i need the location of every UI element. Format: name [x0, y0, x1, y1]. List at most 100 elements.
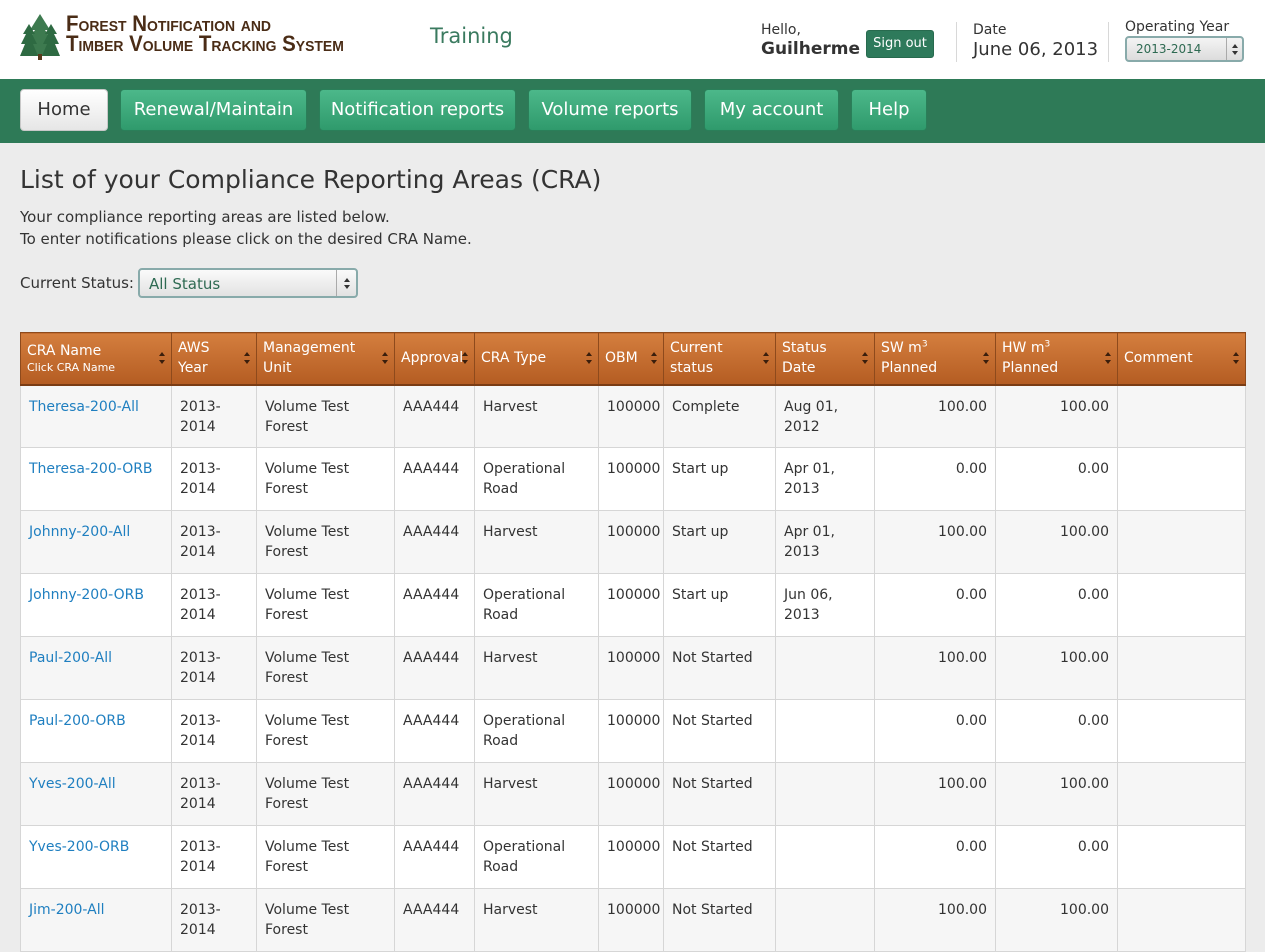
- col-cra-name[interactable]: CRA Name Click CRA Name: [20, 332, 172, 386]
- management-unit-part: Forest: [265, 607, 308, 623]
- cra-table: CRA Name Click CRA Name AWS Year Managem…: [20, 332, 1246, 952]
- col-cra-name-label: CRA Name: [27, 343, 102, 360]
- table-row: Paul-200-All 2013- 2014 Volume Test Forest AA…: [20, 636, 1246, 700]
- current-status-cell: Not Started: [663, 762, 776, 826]
- logo-line-2: Timber Volume Tracking System: [66, 31, 344, 56]
- aws-year-part: 2013-: [180, 776, 221, 792]
- management-unit-part: Forest: [265, 796, 308, 812]
- col-aws-year-label: AWS: [178, 340, 210, 357]
- sw-planned-cell: 0.00: [874, 573, 996, 637]
- cra-name-link[interactable]: Theresa-200-ORB: [20, 447, 172, 511]
- operating-year-label: Operating Year: [1125, 19, 1230, 35]
- hw-planned-cell: 100.00: [995, 510, 1118, 574]
- management-unit-part: Volume Test: [265, 587, 350, 603]
- hw-planned-cell: 0.00: [995, 447, 1118, 511]
- cra-name-link[interactable]: Jim-200-All: [20, 888, 172, 952]
- nav-notification-reports[interactable]: Notification reports: [319, 89, 516, 131]
- sort-arrows-icon: [762, 352, 770, 365]
- col-approval-label: Approval: [401, 350, 464, 367]
- status-filter-label: Current Status:: [20, 274, 134, 292]
- main-nav: Home Renewal/Maintain Notification repor…: [0, 79, 1265, 143]
- current-status-cell: Not Started: [663, 636, 776, 700]
- hw-planned-cell: 0.00: [995, 573, 1118, 637]
- aws-year-part: 2014: [180, 481, 216, 497]
- aws-year-part: 2013-: [180, 524, 221, 540]
- cra-type-part: Harvest: [483, 398, 538, 415]
- col-aws-year[interactable]: AWS Year: [171, 332, 257, 386]
- col-cra-type[interactable]: CRA Type: [474, 332, 599, 386]
- sign-out-button[interactable]: Sign out: [866, 30, 934, 58]
- current-status-cell: Not Started: [663, 699, 776, 763]
- col-cra-type-label: CRA Type: [481, 350, 547, 367]
- current-status-cell: Not Started: [663, 888, 776, 952]
- app-logo[interactable]: Forest Notification and Timber Volume Tr…: [20, 13, 365, 60]
- col-obm[interactable]: OBM: [598, 332, 664, 386]
- status-filter-select[interactable]: All Status: [138, 268, 358, 298]
- aws-year-part: 2013-: [180, 398, 221, 415]
- sort-arrows-icon: [650, 352, 658, 365]
- aws-year-part: 2013-: [180, 713, 221, 729]
- cra-name-link[interactable]: Johnny-200-All: [20, 510, 172, 574]
- comment-cell: [1117, 510, 1246, 574]
- col-management-unit[interactable]: Management Unit: [256, 332, 395, 386]
- col-approval[interactable]: Approval: [394, 332, 475, 386]
- management-unit-part: Forest: [265, 733, 308, 749]
- cra-type-cell: Harvest: [474, 636, 599, 700]
- sort-arrows-icon: [861, 352, 869, 365]
- sw-planned-cell: 100.00: [874, 384, 996, 448]
- nav-home[interactable]: Home: [20, 89, 108, 131]
- cra-type-cell: Operational Road: [474, 825, 599, 889]
- col-current-status[interactable]: Current status: [663, 332, 776, 386]
- cra-type-part: Road: [483, 859, 519, 875]
- status-date-cell: [775, 825, 875, 889]
- cra-type-part: Harvest: [483, 902, 538, 918]
- comment-cell: [1117, 699, 1246, 763]
- sw-planned-cell: 0.00: [874, 699, 996, 763]
- sw-planned-cell: 0.00: [874, 825, 996, 889]
- sw-planned-cell: 100.00: [874, 636, 996, 700]
- aws-year-cell: 2013- 2014: [171, 636, 257, 700]
- cra-name-link[interactable]: Paul-200-All: [20, 636, 172, 700]
- cra-name-link[interactable]: Theresa-200-All: [20, 384, 172, 448]
- comment-cell: [1117, 636, 1246, 700]
- col-comment[interactable]: Comment: [1117, 332, 1246, 386]
- nav-help[interactable]: Help: [851, 89, 927, 131]
- cra-name-link[interactable]: Yves-200-All: [20, 762, 172, 826]
- current-status-cell: Start up: [663, 573, 776, 637]
- cra-type-cell: Harvest: [474, 762, 599, 826]
- sort-arrows-icon: [158, 352, 166, 365]
- management-unit-part: Forest: [265, 859, 308, 875]
- aws-year-part: 2014: [180, 859, 216, 875]
- management-unit-part: Volume Test: [265, 713, 350, 729]
- col-status-date[interactable]: Status Date: [775, 332, 875, 386]
- col-current-status-label: Current: [670, 340, 723, 357]
- management-unit-cell: Volume Test Forest: [256, 447, 395, 511]
- table-row: Jim-200-All 2013- 2014 Volume Test Forest AAA…: [20, 888, 1246, 952]
- table-row: Paul-200-ORB 2013- 2014 Volume Test Forest AA…: [20, 699, 1246, 763]
- col-aws-year-label: Year: [178, 360, 208, 377]
- management-unit-part: Volume Test: [265, 902, 350, 918]
- header-divider: [956, 22, 957, 62]
- nav-volume-reports[interactable]: Volume reports: [528, 89, 692, 131]
- sw-planned-cell: 100.00: [874, 762, 996, 826]
- aws-year-cell: 2013- 2014: [171, 384, 257, 448]
- aws-year-part: 2013-: [180, 587, 221, 603]
- management-unit-cell: Volume Test Forest: [256, 510, 395, 574]
- management-unit-part: Forest: [265, 418, 308, 435]
- hw-planned-cell: 100.00: [995, 384, 1118, 448]
- table-body: Theresa-200-All 2013- 2014 Volume Test Fores…: [20, 384, 1246, 952]
- page-title: List of your Compliance Reporting Areas …: [20, 165, 602, 194]
- col-hw-planned[interactable]: HW m3 Planned: [995, 332, 1118, 386]
- cra-name-link[interactable]: Yves-200-ORB: [20, 825, 172, 889]
- cra-name-link[interactable]: Paul-200-ORB: [20, 699, 172, 763]
- operating-year-select[interactable]: 2013-2014: [1125, 36, 1244, 62]
- management-unit-cell: Volume Test Forest: [256, 573, 395, 637]
- management-unit-cell: Volume Test Forest: [256, 636, 395, 700]
- nav-my-account[interactable]: My account: [704, 89, 839, 131]
- aws-year-part: 2013-: [180, 650, 221, 666]
- management-unit-cell: Volume Test Forest: [256, 762, 395, 826]
- col-sw-planned[interactable]: SW m3 Planned: [874, 332, 996, 386]
- nav-renewal-maintain[interactable]: Renewal/Maintain: [120, 89, 307, 131]
- cra-name-link[interactable]: Johnny-200-ORB: [20, 573, 172, 637]
- status-date-cell: Apr 01, 2013: [775, 447, 875, 511]
